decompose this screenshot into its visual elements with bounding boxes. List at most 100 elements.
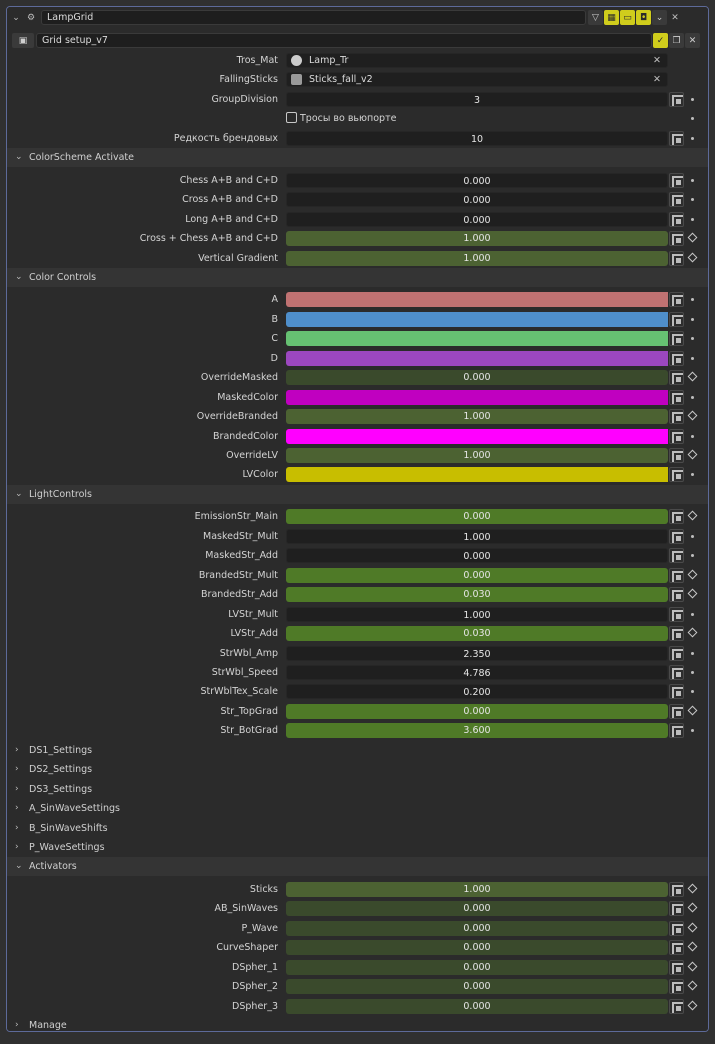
object-field[interactable]: Lamp_Tr ✕: [286, 53, 668, 68]
keyframe-diamond-icon[interactable]: [687, 1000, 698, 1011]
keyframe-dot-icon[interactable]: [691, 434, 694, 438]
number-field[interactable]: 2.350: [286, 645, 668, 661]
attribute-toggle-icon[interactable]: [669, 626, 684, 642]
color-swatch[interactable]: [286, 428, 668, 444]
attribute-toggle-icon[interactable]: [669, 448, 684, 463]
keyframe-diamond-icon[interactable]: [687, 902, 698, 913]
keyframe-dot-icon[interactable]: [691, 178, 694, 182]
number-field[interactable]: 1.000: [286, 528, 668, 544]
number-field[interactable]: 1.000: [286, 409, 668, 425]
attribute-toggle-icon[interactable]: [669, 509, 684, 525]
chevron-down-icon[interactable]: ⌄: [10, 11, 22, 25]
number-field[interactable]: 0.000: [286, 172, 668, 188]
color-swatch[interactable]: [286, 467, 668, 483]
render-camera-icon[interactable]: ◘: [636, 10, 651, 25]
number-field[interactable]: 1.000: [286, 250, 668, 266]
attribute-toggle-icon[interactable]: [669, 567, 684, 583]
keyframe-dot-icon[interactable]: [691, 356, 694, 360]
attribute-toggle-icon[interactable]: [669, 389, 684, 405]
nodetree-browse-icon[interactable]: ▣: [12, 33, 34, 48]
number-field[interactable]: 1.000: [286, 231, 668, 247]
object-field[interactable]: Sticks_fall_v2 ✕: [286, 72, 668, 88]
attribute-toggle-icon[interactable]: [669, 959, 684, 975]
close-icon[interactable]: ✕: [668, 10, 682, 25]
color-swatch[interactable]: [286, 292, 668, 308]
attribute-toggle-icon[interactable]: [669, 664, 684, 680]
keyframe-diamond-icon[interactable]: [687, 252, 698, 262]
attribute-toggle-icon[interactable]: [669, 467, 684, 483]
color-swatch[interactable]: [286, 350, 668, 366]
keyframe-diamond-icon[interactable]: [687, 705, 698, 716]
attribute-toggle-icon[interactable]: [669, 130, 684, 146]
keyframe-dot-icon[interactable]: [691, 136, 694, 140]
number-field[interactable]: 0.200: [286, 684, 668, 700]
number-field[interactable]: 0.000: [286, 998, 668, 1014]
attribute-toggle-icon[interactable]: [669, 940, 684, 956]
viewport-display-icon[interactable]: ▭: [620, 10, 635, 25]
attribute-toggle-icon[interactable]: [669, 723, 684, 739]
attribute-toggle-icon[interactable]: [669, 211, 684, 227]
attribute-toggle-icon[interactable]: [669, 350, 684, 366]
attribute-toggle-icon[interactable]: [669, 370, 684, 386]
color-swatch[interactable]: [286, 331, 668, 347]
number-field[interactable]: 0.000: [286, 211, 668, 227]
keyframe-dot-icon[interactable]: [691, 690, 694, 694]
panel-header-color-controls[interactable]: ⌄ Color Controls: [7, 267, 708, 287]
keyframe-diamond-icon[interactable]: [687, 980, 698, 991]
number-field[interactable]: 0.000: [286, 548, 668, 564]
keyframe-diamond-icon[interactable]: [687, 410, 698, 421]
clear-close-icon[interactable]: ✕: [653, 54, 661, 67]
attribute-toggle-icon[interactable]: [669, 409, 684, 425]
attribute-toggle-icon[interactable]: [669, 528, 684, 544]
number-field[interactable]: 10: [286, 130, 668, 146]
attribute-toggle-icon[interactable]: [669, 311, 684, 327]
number-field[interactable]: 0.000: [286, 959, 668, 975]
fake-user-shield-icon[interactable]: ✓: [653, 33, 668, 48]
number-field[interactable]: 1.000: [286, 448, 668, 463]
number-field[interactable]: 0.000: [286, 979, 668, 995]
keyframe-dot-icon[interactable]: [691, 534, 694, 538]
keyframe-diamond-icon[interactable]: [687, 569, 698, 580]
panel-header-manage[interactable]: › Manage: [7, 1016, 708, 1031]
panel-header-ds3-settings[interactable]: › DS3_Settings: [7, 779, 708, 799]
keyframe-diamond-icon[interactable]: [687, 371, 698, 382]
number-field[interactable]: 0.000: [286, 703, 668, 719]
keyframe-diamond-icon[interactable]: [687, 941, 698, 952]
keyframe-diamond-icon[interactable]: [687, 883, 698, 894]
keyframe-dot-icon[interactable]: [691, 670, 694, 674]
keyframe-dot-icon[interactable]: [691, 97, 694, 101]
unlink-close-icon[interactable]: ✕: [685, 33, 700, 48]
attribute-toggle-icon[interactable]: [669, 703, 684, 719]
cage-icon[interactable]: ▦: [604, 10, 619, 25]
keyframe-dot-icon[interactable]: [691, 473, 694, 477]
dropdown-chevron-icon[interactable]: ⌄: [652, 10, 667, 25]
attribute-toggle-icon[interactable]: [669, 606, 684, 622]
attribute-toggle-icon[interactable]: [669, 292, 684, 308]
attribute-toggle-icon[interactable]: [669, 331, 684, 347]
number-field[interactable]: 1.000: [286, 606, 668, 622]
attribute-toggle-icon[interactable]: [669, 901, 684, 917]
panel-header-ds2-settings[interactable]: › DS2_Settings: [7, 760, 708, 780]
keyframe-diamond-icon[interactable]: [687, 922, 698, 933]
keyframe-dot-icon[interactable]: [691, 298, 694, 302]
number-field[interactable]: 0.000: [286, 192, 668, 208]
keyframe-dot-icon[interactable]: [691, 395, 694, 399]
keyframe-dot-icon[interactable]: [691, 317, 694, 321]
attribute-toggle-icon[interactable]: [669, 920, 684, 936]
keyframe-dot-icon[interactable]: [691, 612, 694, 616]
panel-header-a-sinwavesettings[interactable]: › A_SinWaveSettings: [7, 799, 708, 819]
color-swatch[interactable]: [286, 311, 668, 327]
number-field[interactable]: 0.030: [286, 626, 668, 642]
keyframe-dot-icon[interactable]: [691, 337, 694, 341]
panel-header-ds1-settings[interactable]: › DS1_Settings: [7, 740, 708, 760]
viewport-ropes-checkbox[interactable]: [286, 112, 297, 124]
clear-close-icon[interactable]: ✕: [653, 73, 661, 86]
number-field[interactable]: 0.000: [286, 940, 668, 956]
attribute-toggle-icon[interactable]: [669, 231, 684, 247]
panel-header-lightcontrols[interactable]: ⌄ LightControls: [7, 484, 708, 504]
number-field[interactable]: 0.000: [286, 567, 668, 583]
attribute-toggle-icon[interactable]: [669, 91, 684, 107]
number-field[interactable]: 1.000: [286, 881, 668, 897]
keyframe-diamond-icon[interactable]: [687, 232, 698, 243]
number-field[interactable]: 0.000: [286, 920, 668, 936]
